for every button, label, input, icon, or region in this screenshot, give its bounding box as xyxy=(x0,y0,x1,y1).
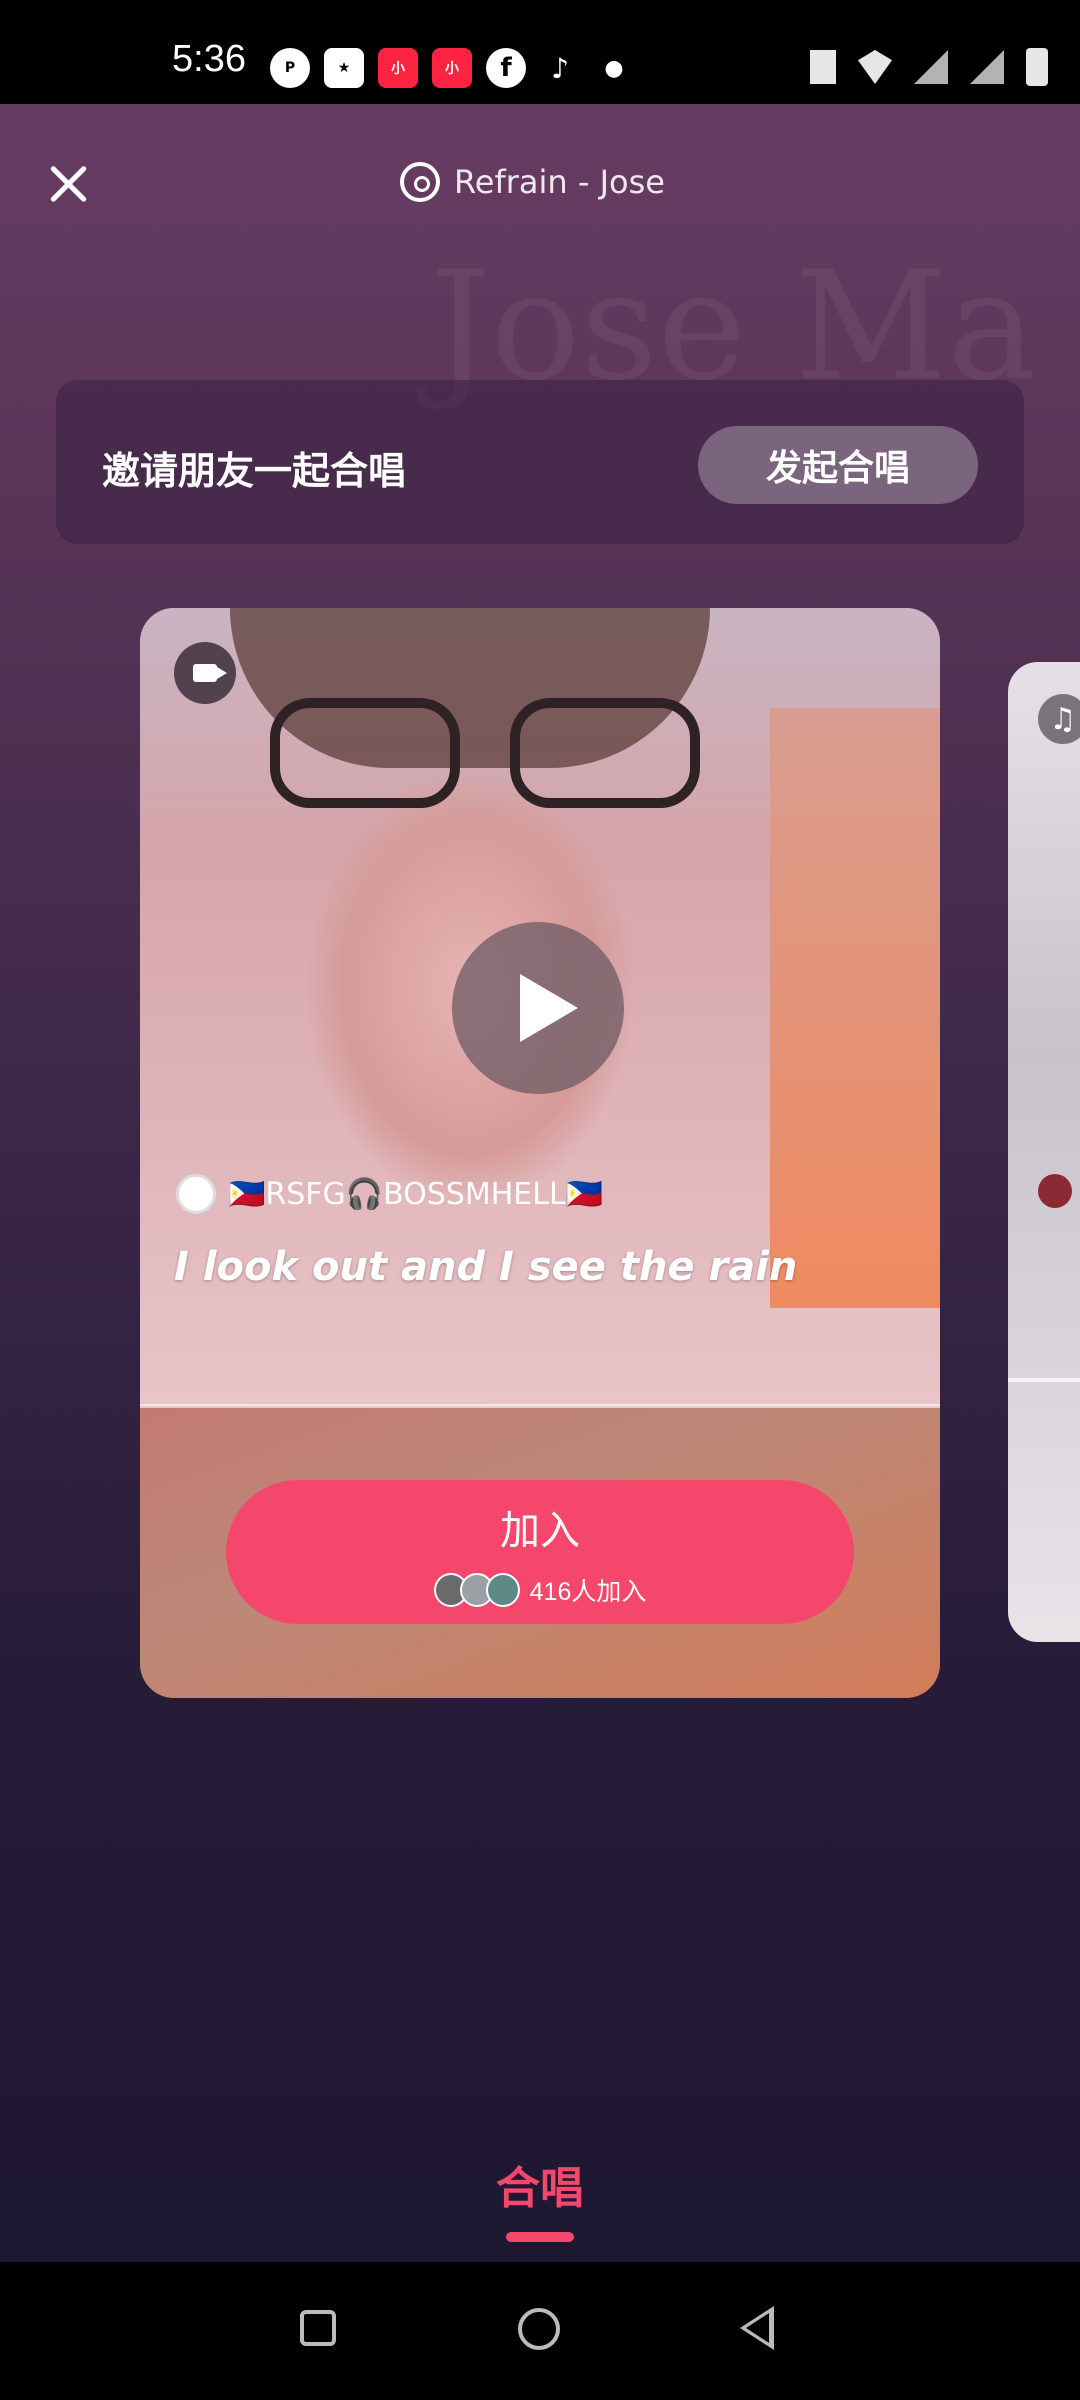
participants-row: 416人加入 xyxy=(226,1572,854,1608)
participant-avatars xyxy=(433,1573,520,1607)
video-camera-badge xyxy=(174,642,236,704)
tab-duet[interactable]: 合唱 xyxy=(0,2152,1080,2216)
notification-icons: P ★ 小 小 f ♪ ● xyxy=(270,48,634,88)
back-icon[interactable] xyxy=(740,2306,774,2350)
video-preview[interactable]: 🇵🇭RSFG🎧BOSSMHELL🇵🇭 I look out and I see … xyxy=(140,608,940,1406)
video-frame-detail xyxy=(770,708,940,1308)
xiaohongshu-icon: 小 xyxy=(432,48,472,88)
star-icon: ★ xyxy=(324,48,364,88)
duet-card[interactable]: 🇵🇭RSFG🎧BOSSMHELL🇵🇭 I look out and I see … xyxy=(140,608,940,1698)
next-duet-card[interactable]: ♫ xyxy=(1008,662,1080,1642)
progress-divider xyxy=(140,1404,940,1408)
avatar[interactable] xyxy=(176,1174,216,1214)
navigation-bar xyxy=(0,2262,1080,2400)
no-signal-icon xyxy=(914,50,948,84)
participants-count: 416人加入 xyxy=(529,1578,647,1606)
status-time: 5:36 xyxy=(172,38,246,80)
wifi-icon xyxy=(858,50,892,84)
no-signal-icon xyxy=(970,50,1004,84)
video-frame-detail xyxy=(270,698,700,808)
recents-icon[interactable] xyxy=(300,2310,336,2346)
battery-charging-icon xyxy=(1026,48,1048,86)
song-title: Refrain - Jose xyxy=(454,163,665,201)
play-icon[interactable] xyxy=(452,922,624,1094)
music-disc-icon xyxy=(400,162,440,202)
p-icon: P xyxy=(270,48,310,88)
xiaohongshu-icon: 小 xyxy=(378,48,418,88)
tiktok-icon: ♪ xyxy=(551,51,569,85)
progress-divider xyxy=(1008,1378,1080,1382)
song-title-bar[interactable]: Refrain - Jose xyxy=(400,162,665,202)
avatar xyxy=(485,1573,520,1607)
music-note-icon: ♫ xyxy=(1038,694,1080,744)
join-label: 加入 xyxy=(500,1508,580,1554)
invite-panel: 邀请朋友一起合唱 发起合唱 xyxy=(56,380,1024,544)
dot-icon: ● xyxy=(604,55,624,81)
lyric-line: I look out and I see the rain xyxy=(174,1244,798,1290)
avatar xyxy=(1038,1174,1072,1208)
status-bar: 5:36 P ★ 小 小 f ♪ ● xyxy=(0,0,1080,104)
vibrate-icon xyxy=(810,50,836,84)
home-icon[interactable] xyxy=(518,2308,560,2350)
system-icons xyxy=(810,48,1048,86)
close-icon[interactable] xyxy=(44,160,92,208)
tab-active-indicator xyxy=(506,2232,574,2242)
user-row[interactable]: 🇵🇭RSFG🎧BOSSMHELL🇵🇭 xyxy=(176,1174,603,1214)
username[interactable]: 🇵🇭RSFG🎧BOSSMHELL🇵🇭 xyxy=(228,1177,603,1212)
join-button[interactable]: 加入 416人加入 xyxy=(226,1480,854,1624)
invite-text: 邀请朋友一起合唱 xyxy=(102,449,407,493)
video-camera-icon xyxy=(193,664,227,682)
facebook-icon: f xyxy=(486,48,526,88)
start-duet-button[interactable]: 发起合唱 xyxy=(698,426,978,504)
